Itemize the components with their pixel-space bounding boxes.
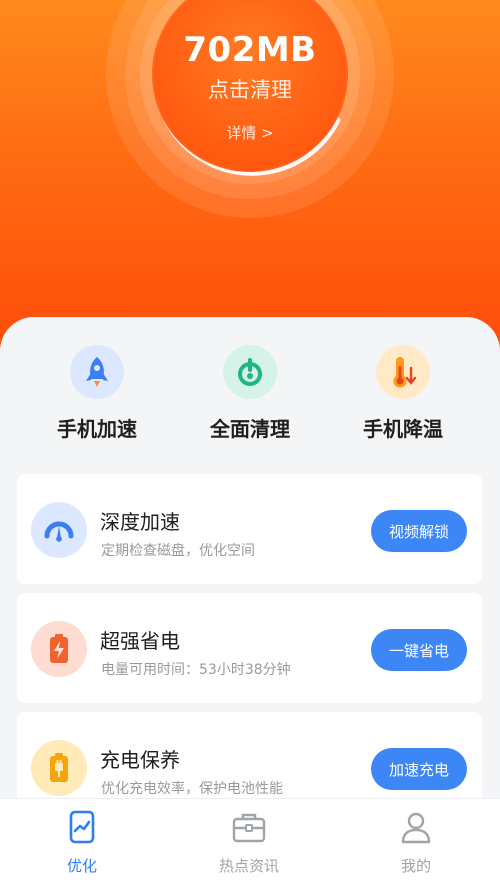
fast-charge-button[interactable]: 加速充电 [371, 748, 467, 790]
user-icon [401, 812, 431, 844]
broom-icon [223, 345, 277, 399]
battery-charging-icon [31, 621, 87, 677]
tab-label: 优化 [66, 857, 97, 875]
tab-news[interactable]: 热点资讯 [189, 809, 309, 876]
unlock-video-button[interactable]: 视频解锁 [371, 510, 467, 552]
tab-optimize[interactable]: 优化 [22, 809, 142, 876]
briefcase-icon [232, 813, 266, 843]
clean-button[interactable]: 点击清理 [0, 74, 500, 104]
card-title: 深度加速 [100, 510, 180, 534]
bottom-tab-bar: 优化 热点资讯 我的 [0, 798, 500, 889]
phone-chart-icon [69, 810, 95, 844]
card-deep-speedup[interactable]: 深度加速 定期检查磁盘，优化空间 视频解锁 [17, 474, 482, 584]
card-title: 超强省电 [100, 629, 180, 653]
quick-action-cool[interactable]: 手机降温 [323, 345, 483, 442]
quick-action-label: 全面清理 [210, 417, 290, 441]
memory-usage: 702MB [183, 30, 317, 70]
quick-action-speedup[interactable]: 手机加速 [17, 345, 177, 442]
card-subtitle: 电量可用时间：53小时38分钟 [101, 662, 291, 678]
cleanup-hero: 702MB 点击清理 详情 > [0, 0, 500, 360]
quick-action-label: 手机降温 [363, 417, 443, 441]
rocket-icon [70, 345, 124, 399]
tab-mine[interactable]: 我的 [356, 809, 476, 876]
speedometer-icon [31, 502, 87, 558]
thermometer-icon [376, 345, 430, 399]
tab-label: 我的 [400, 857, 431, 875]
card-subtitle: 优化充电效率，保护电池性能 [101, 781, 283, 797]
card-power-saving[interactable]: 超强省电 电量可用时间：53小时38分钟 一键省电 [17, 593, 482, 703]
tab-label: 热点资讯 [218, 857, 279, 875]
card-title: 充电保养 [100, 748, 180, 772]
quick-action-label: 手机加速 [57, 417, 137, 441]
quick-action-clean[interactable]: 全面清理 [170, 345, 330, 442]
detail-link[interactable]: 详情 > [0, 122, 500, 143]
battery-plug-icon [31, 740, 87, 796]
save-power-button[interactable]: 一键省电 [371, 629, 467, 671]
card-subtitle: 定期检查磁盘，优化空间 [101, 543, 255, 559]
detail-label[interactable]: 详情 > [226, 122, 273, 143]
